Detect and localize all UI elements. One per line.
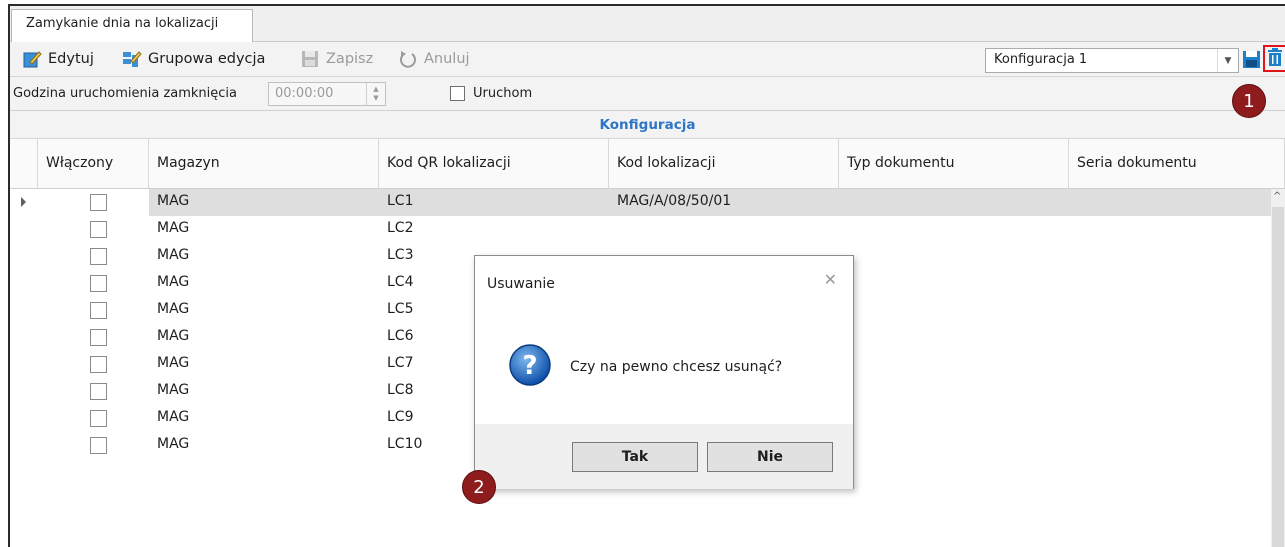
scroll-up-icon[interactable]: ^ (1273, 191, 1281, 202)
cell-magazyn: MAG (157, 274, 190, 290)
save-icon (300, 49, 320, 69)
cell-kod-qr: LC7 (387, 355, 414, 371)
question-icon: ? (508, 343, 552, 387)
enabled-checkbox[interactable] (90, 329, 107, 346)
undo-icon (398, 49, 418, 69)
toolbar: Edytuj Grupowa edycja Zapisz Anuluj Konf… (10, 42, 1285, 77)
close-icon[interactable]: ✕ (824, 270, 837, 289)
table-row[interactable]: MAG LC1 MAG/A/08/50/01 (10, 189, 1285, 216)
enabled-checkbox[interactable] (90, 194, 107, 211)
cell-kod-qr: LC6 (387, 328, 414, 344)
cell-kod-qr: LC3 (387, 247, 414, 263)
group-edit-icon (122, 49, 142, 69)
column-header-wlaczony[interactable]: Włączony (38, 139, 149, 189)
save-label: Zapisz (326, 51, 374, 67)
time-input[interactable]: 00:00:00 ▲ ▼ (268, 82, 386, 106)
cell-magazyn: MAG (157, 328, 190, 344)
table-row[interactable]: MAG LC2 (10, 216, 1285, 243)
group-edit-label: Grupowa edycja (148, 51, 266, 67)
yes-button[interactable]: Tak (572, 442, 698, 472)
cell-magazyn: MAG (157, 220, 190, 236)
column-header-magazyn[interactable]: Magazyn (149, 139, 379, 189)
cell-magazyn: MAG (157, 247, 190, 263)
cell-magazyn: MAG (157, 382, 190, 398)
trash-icon (1268, 47, 1282, 70)
column-header-kod-qr[interactable]: Kod QR lokalizacji (379, 139, 609, 189)
current-row-icon (21, 197, 26, 207)
enabled-checkbox[interactable] (90, 437, 107, 454)
group-edit-button[interactable]: Grupowa edycja (122, 48, 265, 70)
edit-button[interactable]: Edytuj (22, 48, 94, 70)
row-indicator-header (10, 139, 38, 189)
config-select-value: Konfiguracja 1 (994, 52, 1088, 67)
no-button[interactable]: Nie (707, 442, 833, 472)
delete-dialog: Usuwanie ✕ ? Czy na pewno chcesz usunąć?… (474, 255, 854, 489)
column-header-typ-dokumentu[interactable]: Typ dokumentu (839, 139, 1069, 189)
column-header-seria-dokumentu[interactable]: Seria dokumentu (1069, 139, 1285, 189)
dialog-message: Czy na pewno chcesz usunąć? (570, 359, 783, 375)
svg-text:?: ? (522, 351, 537, 381)
cell-kod-qr: LC5 (387, 301, 414, 317)
enabled-checkbox[interactable] (90, 410, 107, 427)
enabled-checkbox[interactable] (90, 302, 107, 319)
cell-kod-qr: LC4 (387, 274, 414, 290)
cell-kod-qr: LC9 (387, 409, 414, 425)
time-value: 00:00:00 (275, 86, 334, 101)
group-header: Konfiguracja (10, 111, 1285, 139)
cancel-label: Anuluj (424, 51, 470, 67)
step-badge-1: 1 (1232, 84, 1266, 118)
cell-magazyn: MAG (157, 436, 190, 452)
cell-magazyn: MAG (157, 193, 190, 209)
cancel-button[interactable]: Anuluj (398, 48, 470, 70)
cell-kod-qr: LC8 (387, 382, 414, 398)
edit-icon (22, 49, 42, 69)
chevron-down-icon[interactable]: ▼ (1217, 49, 1238, 72)
run-label: Uruchom (473, 86, 533, 101)
cell-magazyn: MAG (157, 409, 190, 425)
spinner-icon[interactable]: ▲ ▼ (366, 83, 385, 105)
cell-kod-qr: LC10 (387, 436, 423, 452)
step-badge-2: 2 (462, 470, 496, 504)
scrollbar-thumb[interactable] (1272, 207, 1284, 547)
enabled-checkbox[interactable] (90, 383, 107, 400)
column-header-kod-lokalizacji[interactable]: Kod lokalizacji (609, 139, 839, 189)
run-checkbox[interactable] (450, 86, 465, 101)
config-select[interactable]: Konfiguracja 1 ▼ (985, 48, 1239, 73)
cell-magazyn: MAG (157, 355, 190, 371)
cell-kod-qr: LC2 (387, 220, 414, 236)
save-config-icon[interactable] (1242, 50, 1261, 69)
save-button[interactable]: Zapisz (300, 48, 373, 70)
time-label: Godzina uruchomienia zamknięcia (13, 86, 237, 101)
tab-strip: Zamykanie dnia na lokalizacji (10, 6, 1285, 42)
enabled-checkbox[interactable] (90, 275, 107, 292)
options-bar: Godzina uruchomienia zamknięcia 00:00:00… (10, 77, 1285, 111)
cell-magazyn: MAG (157, 301, 190, 317)
delete-config-button[interactable] (1263, 45, 1285, 72)
tab-closing-day[interactable]: Zamykanie dnia na lokalizacji (11, 9, 253, 42)
dialog-title: Usuwanie (487, 276, 555, 292)
enabled-checkbox[interactable] (90, 221, 107, 238)
cell-kod-lokalizacji: MAG/A/08/50/01 (617, 193, 732, 209)
cell-kod-qr: LC1 (387, 193, 414, 209)
edit-label: Edytuj (48, 51, 94, 67)
enabled-checkbox[interactable] (90, 248, 107, 265)
enabled-checkbox[interactable] (90, 356, 107, 373)
